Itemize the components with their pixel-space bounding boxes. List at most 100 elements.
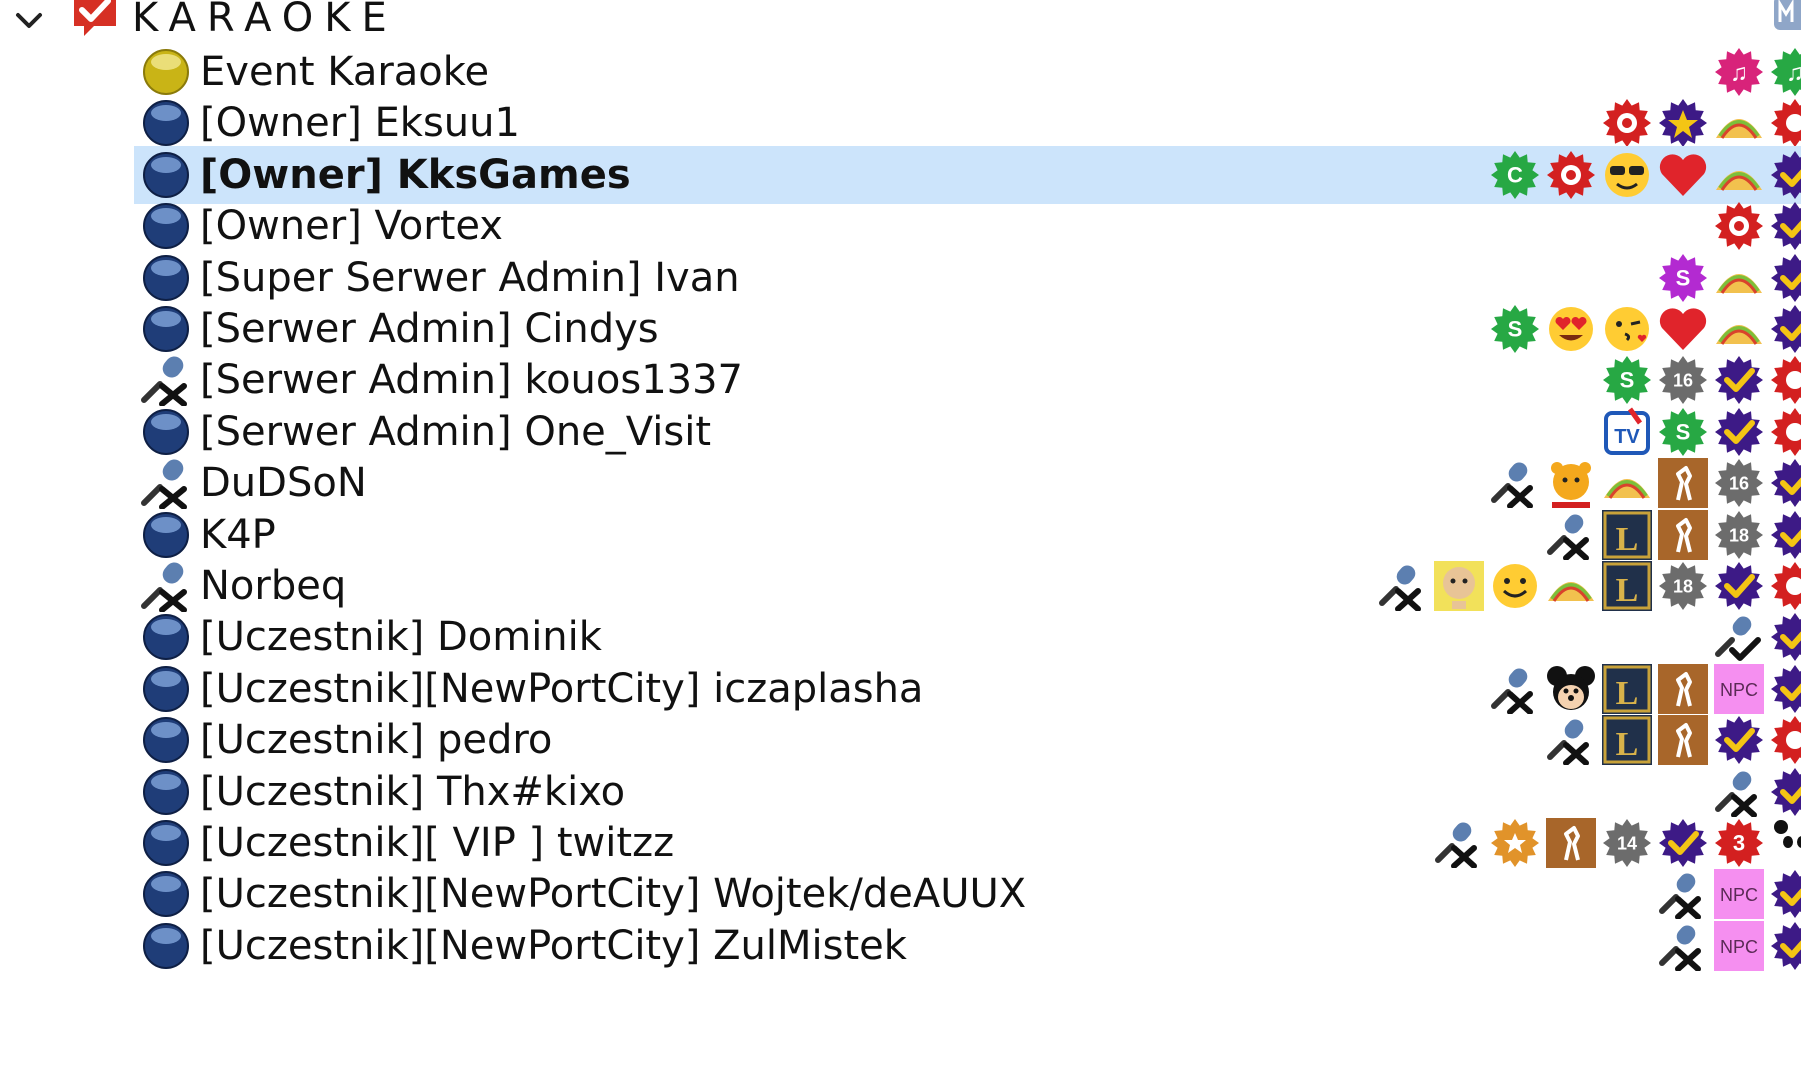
svg-text:18: 18 xyxy=(1673,576,1693,596)
npc-badge-icon: NPC xyxy=(1714,920,1764,971)
group-gear-icon xyxy=(1771,356,1801,405)
client-name: [Uczestnik] Thx#kixo xyxy=(200,768,626,815)
client-row[interactable]: K4P L 18 xyxy=(134,506,1801,564)
client-badges xyxy=(1712,612,1801,664)
client-name: [Owner] Vortex xyxy=(200,203,503,250)
age-18-gear-icon: 18 xyxy=(1659,562,1707,610)
taco-icon xyxy=(1716,170,1762,191)
svg-text:S: S xyxy=(1676,419,1691,444)
svg-text:C: C xyxy=(1507,162,1523,187)
lol-badge-icon: L xyxy=(1602,663,1652,714)
client-badges xyxy=(1600,98,1801,150)
csgo-rank-icon xyxy=(1658,715,1708,766)
client-row[interactable]: [Super Serwer Admin] Ivan S xyxy=(134,249,1801,307)
check-gear-icon xyxy=(1771,767,1801,816)
client-badges: C xyxy=(1488,150,1801,202)
client-badges xyxy=(1712,201,1801,253)
taco-icon xyxy=(1548,582,1594,602)
client-row[interactable]: [Serwer Admin] Cindys S xyxy=(134,300,1801,358)
client-name: [Uczestnik] Dominik xyxy=(200,614,602,661)
svg-text:S: S xyxy=(1676,265,1691,290)
owner-gear-icon xyxy=(1547,150,1595,199)
client-row[interactable]: [Serwer Admin] kouos1337 S 16 xyxy=(134,351,1801,409)
client-badges: S xyxy=(1488,304,1801,356)
client-badges: L 18 xyxy=(1376,561,1801,613)
channel-flag-icon xyxy=(1774,0,1801,30)
client-row[interactable]: DuDSoN 16 xyxy=(134,454,1801,512)
talk-status-icon xyxy=(143,151,189,198)
client-name: [Serwer Admin] kouos1337 xyxy=(200,357,744,404)
gold-status-icon xyxy=(143,49,189,95)
client-row[interactable]: [Owner] Eksuu1 xyxy=(134,94,1801,152)
chevron-down-icon[interactable] xyxy=(14,6,44,36)
talk-status-icon xyxy=(143,768,189,815)
client-row[interactable]: Norbeq L 18 xyxy=(134,557,1801,615)
admin-gear-icon: S xyxy=(1603,356,1651,405)
svg-text:NPC: NPC xyxy=(1720,680,1758,700)
muted-mic-icon xyxy=(1379,565,1421,611)
client-name: Event Karaoke xyxy=(200,49,490,95)
muted-mic-icon xyxy=(1547,719,1589,766)
check-gear-icon xyxy=(1715,716,1763,765)
client-badges: NPC xyxy=(1656,869,1801,921)
client-row[interactable]: [Uczestnik][NewPortCity] Wojtek/deAUUX NP… xyxy=(134,865,1801,923)
channel-karaoke-icon xyxy=(74,0,116,36)
client-row[interactable]: [Uczestnik] Dominik xyxy=(134,608,1801,666)
svg-text:♫: ♫ xyxy=(1730,59,1748,86)
client-name: [Uczestnik][ VIP ] twitzz xyxy=(200,820,675,866)
check-gear-icon xyxy=(1771,613,1801,662)
check-gear-icon xyxy=(1771,870,1801,919)
check-gear-icon xyxy=(1659,819,1707,867)
check-gear-icon xyxy=(1771,305,1801,353)
talk-status-icon xyxy=(143,408,189,455)
check-gear-icon xyxy=(1771,510,1801,559)
client-badges: 16 xyxy=(1488,458,1801,510)
svg-text:16: 16 xyxy=(1729,473,1749,493)
client-name: K4P xyxy=(200,511,276,558)
client-name: [Owner] Eksuu1 xyxy=(200,100,520,147)
check-gear-icon xyxy=(1715,562,1763,610)
client-badges: 14 3 xyxy=(1432,818,1801,870)
client-row[interactable]: [Owner] Vortex xyxy=(134,197,1801,255)
svg-text:S: S xyxy=(1620,368,1635,393)
csgo-rank-icon xyxy=(1546,818,1596,868)
svg-text:NPC: NPC xyxy=(1720,885,1758,905)
panda-icon xyxy=(1774,820,1801,863)
check-gear-icon xyxy=(1771,921,1801,970)
check-gear-icon xyxy=(1771,459,1801,508)
check-gear-icon xyxy=(1715,356,1763,405)
client-row[interactable]: Event Karaoke ♫ ♫ xyxy=(134,43,1801,101)
client-row[interactable]: [Serwer Admin] One_Visit TV S xyxy=(134,403,1801,461)
svg-text:L: L xyxy=(1616,521,1639,558)
client-badges: L xyxy=(1544,715,1801,767)
channel-karaoke[interactable]: KARAOKE xyxy=(0,0,1801,40)
client-name: [Owner] KksGames xyxy=(200,151,631,198)
mickey-avatar-icon xyxy=(1547,665,1595,710)
admin-gear-icon: S xyxy=(1491,305,1539,353)
client-row[interactable]: [Uczestnik] Thx#kixo xyxy=(134,763,1801,821)
client-row[interactable]: [Owner] KksGames C xyxy=(134,145,1801,204)
svg-text:3: 3 xyxy=(1733,831,1745,856)
kiss-emoji-icon xyxy=(1605,307,1649,351)
csgo-rank-icon xyxy=(1658,663,1708,714)
group-gear-icon xyxy=(1771,716,1801,765)
taco-icon xyxy=(1716,119,1762,140)
muted-mic-icon xyxy=(141,356,187,407)
client-badges: NPC xyxy=(1656,920,1801,973)
check-gear-icon xyxy=(1771,253,1801,302)
talk-status-icon xyxy=(143,203,189,250)
client-row[interactable]: [Uczestnik][NewPortCity] ZulMistek NPC xyxy=(134,917,1801,975)
owner-gear-icon xyxy=(1603,99,1651,148)
client-row[interactable]: [Uczestnik] pedro L xyxy=(134,711,1801,769)
client-name: [Uczestnik] pedro xyxy=(200,717,553,764)
client-row[interactable]: [Uczestnik][ VIP ] twitzz 14 3 xyxy=(134,814,1801,872)
client-badges: TV S xyxy=(1600,407,1801,459)
group-gear-icon xyxy=(1771,407,1801,456)
group-gear-icon xyxy=(1771,99,1801,148)
taco-icon xyxy=(1716,325,1762,345)
group-gear-icon xyxy=(1771,562,1801,610)
tv-logo-icon: TV xyxy=(1604,407,1650,455)
client-row[interactable]: [Uczestnik][NewPortCity] iczaplasha L NPC xyxy=(134,660,1801,718)
talk-status-icon xyxy=(143,614,189,661)
age-14-gear-icon: 14 xyxy=(1603,819,1651,867)
